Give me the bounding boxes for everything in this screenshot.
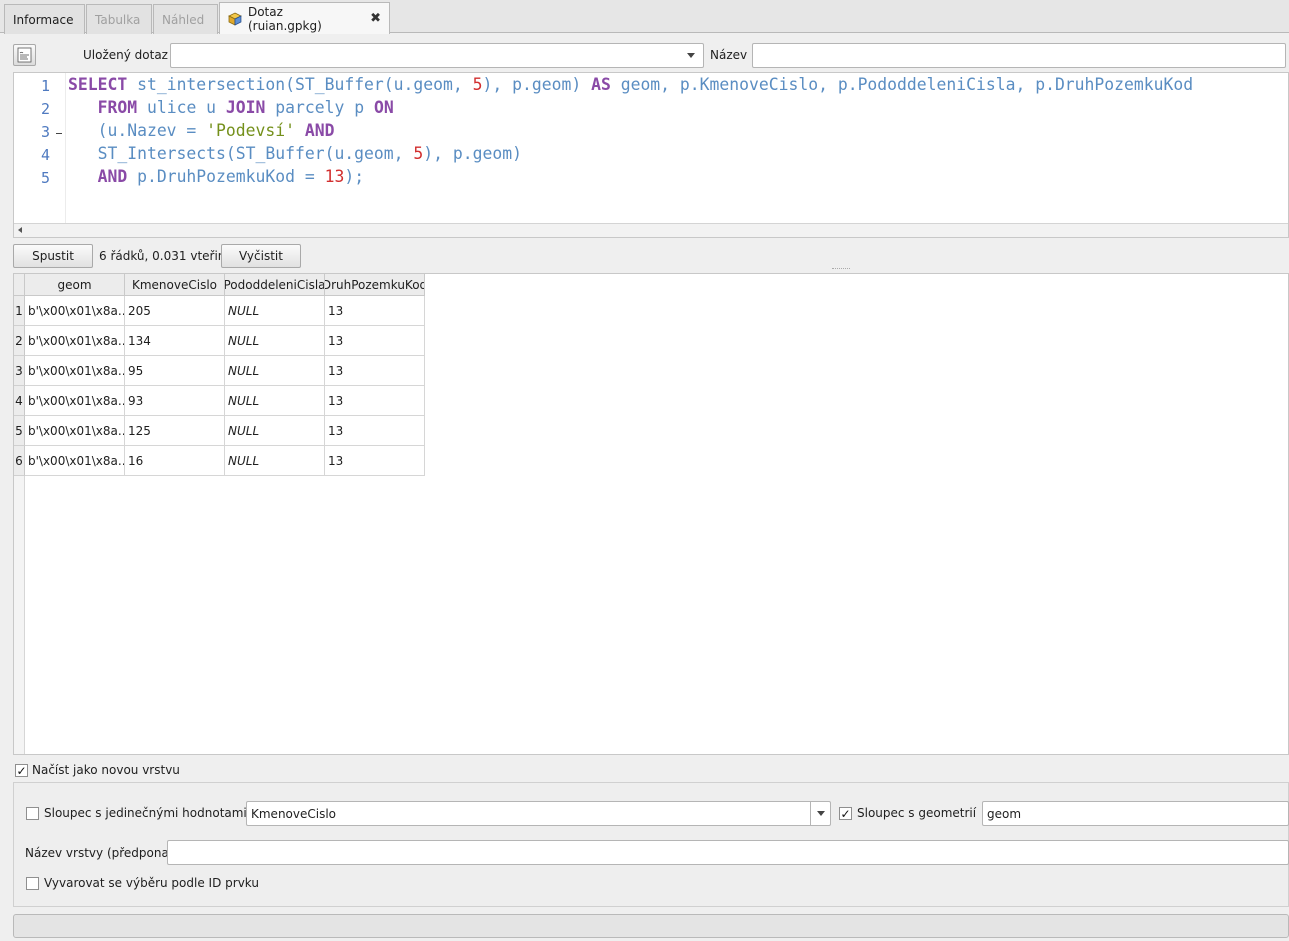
column-header-label: PododdeleniCisla (225, 277, 325, 292)
saved-query-combo[interactable] (170, 43, 704, 68)
table-cell[interactable]: 205 (125, 296, 225, 326)
column-header-label: KmenoveCislo (131, 277, 217, 292)
sql-button[interactable] (13, 44, 36, 66)
layer-name-label: Název vrstvy (předpona) (25, 846, 174, 860)
table-cell[interactable]: 13 (325, 446, 425, 476)
tab-label: Tabulka (95, 12, 141, 27)
results-table[interactable]: geom KmenoveCislo PododdeleniCisla DruhP… (13, 273, 1289, 755)
saved-query-label: Uložený dotaz (83, 48, 168, 62)
load-as-layer-label: Načíst jako novou vrstvu (32, 763, 180, 777)
line-number: 1 (40, 77, 50, 95)
line-number: 2 (40, 100, 50, 118)
scroll-left-icon[interactable] (18, 227, 22, 233)
line-number: 5 (40, 169, 50, 187)
geometry-column-checkbox[interactable]: ✓ (839, 807, 852, 820)
row-header[interactable]: 5 (14, 416, 25, 446)
table-cell[interactable]: 13 (325, 296, 425, 326)
query-status-text: 6 řádků, 0.031 vteřin (99, 249, 226, 263)
sql-icon (17, 47, 32, 63)
geometry-column-label: Sloupec s geometrií (857, 806, 977, 820)
dropdown-button[interactable] (810, 802, 830, 825)
column-header-pododdelenicisla[interactable]: PododdeleniCisla (225, 274, 325, 296)
table-cell[interactable]: NULL (225, 446, 325, 476)
column-header-label: DruhPozemkuKod (325, 277, 425, 292)
avoid-selection-label: Vyvarovat se výběru podle ID prvku (44, 876, 259, 890)
tab-nahled[interactable]: Náhled (153, 4, 218, 34)
column-header-kmenovecislo[interactable]: KmenoveCislo (125, 274, 225, 296)
clear-button[interactable]: Vyčistit (221, 244, 301, 268)
code-line-5: AND p.DruhPozemkuKod = 13); (97, 167, 365, 186)
column-header-geom[interactable]: geom (25, 274, 125, 296)
tab-tabulka[interactable]: Tabulka (86, 4, 152, 34)
table-cell[interactable]: 93 (125, 386, 225, 416)
row-header[interactable]: 6 (14, 446, 25, 476)
table-cell[interactable]: 16 (125, 446, 225, 476)
row-header[interactable]: 3 (14, 356, 25, 386)
load-as-layer-checkbox[interactable]: ✓ (15, 764, 28, 777)
line-number-gutter: 1 2 3 4 5 (14, 73, 66, 223)
column-header-label: geom (57, 277, 92, 292)
table-cell[interactable]: 13 (325, 386, 425, 416)
tab-label: Dotaz (ruian.gpkg) (247, 4, 322, 33)
row-header[interactable]: 1 (14, 296, 25, 326)
table-cell[interactable]: b'\x00\x01\x8a... (25, 446, 125, 476)
progress-bar (13, 914, 1289, 938)
table-cell[interactable]: NULL (225, 326, 325, 356)
column-header-druhpozemkukod[interactable]: DruhPozemkuKod (325, 274, 425, 296)
table-cell[interactable]: 125 (125, 416, 225, 446)
clear-button-label: Vyčistit (239, 249, 283, 263)
check-icon: ✓ (840, 806, 851, 821)
tab-label: Náhled (162, 12, 205, 27)
table-cell[interactable]: 13 (325, 356, 425, 386)
line-number: 3 (40, 123, 50, 141)
table-cell[interactable]: NULL (225, 356, 325, 386)
run-button-label: Spustit (32, 249, 74, 263)
layer-name-input[interactable] (167, 840, 1289, 865)
close-icon[interactable]: ✖ (370, 11, 381, 26)
table-cell[interactable]: 13 (325, 416, 425, 446)
run-button[interactable]: Spustit (13, 244, 93, 268)
row-header[interactable]: 2 (14, 326, 25, 356)
code-line-1: SELECT st_intersection(ST_Buffer(u.geom,… (68, 75, 1194, 94)
sql-editor[interactable]: 1 2 3 4 5 SELECT st_intersection(ST_Buff… (13, 72, 1289, 238)
splitter-handle[interactable] (832, 268, 850, 270)
code-line-3: (u.Nazev = 'Podevsí' AND (97, 121, 335, 140)
table-cell[interactable]: NULL (225, 386, 325, 416)
check-icon: ✓ (16, 763, 27, 778)
table-corner[interactable] (14, 274, 25, 296)
table-cell[interactable]: 13 (325, 326, 425, 356)
editor-horizontal-scrollbar[interactable] (14, 223, 1288, 237)
unique-column-checkbox[interactable] (26, 807, 39, 820)
table-cell[interactable]: NULL (225, 296, 325, 326)
fold-marker-icon[interactable] (56, 133, 62, 134)
table-cell[interactable]: b'\x00\x01\x8a... (25, 356, 125, 386)
line-number: 4 (40, 146, 50, 164)
query-name-input[interactable] (752, 43, 1286, 68)
code-line-4: ST_Intersects(ST_Buffer(u.geom, 5), p.ge… (97, 144, 522, 163)
table-cell[interactable]: NULL (225, 416, 325, 446)
unique-column-value: KmenoveCislo (251, 806, 337, 821)
table-cell[interactable]: 134 (125, 326, 225, 356)
table-cell[interactable]: 95 (125, 356, 225, 386)
table-cell[interactable]: b'\x00\x01\x8a... (25, 326, 125, 356)
geometry-column-input[interactable]: geom (982, 801, 1289, 826)
table-cell[interactable]: b'\x00\x01\x8a... (25, 386, 125, 416)
tab-informace[interactable]: Informace (4, 4, 85, 34)
code-line-2: FROM ulice u JOIN parcely p ON (97, 98, 394, 117)
unique-column-combo[interactable]: KmenoveCislo (246, 801, 831, 826)
avoid-selection-checkbox[interactable] (26, 877, 39, 890)
chevron-down-icon (687, 53, 695, 58)
geometry-column-value: geom (987, 806, 1022, 821)
table-cell[interactable]: b'\x00\x01\x8a... (25, 416, 125, 446)
row-header[interactable]: 4 (14, 386, 25, 416)
tab-label: Informace (13, 12, 74, 27)
name-label: Název (710, 48, 748, 62)
unique-column-label: Sloupec s jedinečnými hodnotami (44, 806, 247, 820)
database-icon (228, 12, 242, 26)
chevron-down-icon (817, 811, 825, 816)
tab-dotaz[interactable]: Dotaz (ruian.gpkg) ✖ (219, 2, 390, 34)
table-cell[interactable]: b'\x00\x01\x8a... (25, 296, 125, 326)
